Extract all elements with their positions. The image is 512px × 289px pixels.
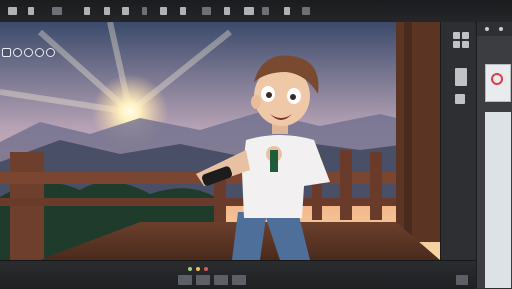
status-icon — [188, 267, 192, 271]
zoom-1-icon[interactable] — [2, 48, 11, 57]
tool-3-icon[interactable] — [52, 7, 62, 15]
zoom-controls — [2, 48, 55, 57]
tool-14-icon[interactable] — [284, 7, 290, 15]
status-icon — [204, 267, 208, 271]
tool-8-icon[interactable] — [160, 7, 167, 15]
range-icon[interactable] — [232, 275, 246, 285]
document-page[interactable] — [485, 112, 511, 288]
wooden-wall — [396, 22, 440, 242]
panel-option-icon[interactable] — [499, 27, 503, 31]
tool-5-icon[interactable] — [104, 7, 110, 15]
play-icon[interactable] — [178, 275, 192, 285]
panel-header — [477, 22, 512, 36]
zoom-4-icon[interactable] — [35, 48, 44, 57]
properties-panel — [476, 22, 512, 288]
panel-option-icon[interactable] — [485, 27, 489, 31]
export-icon[interactable] — [456, 275, 468, 285]
tool-11-icon[interactable] — [224, 7, 230, 15]
canvas-viewport[interactable] — [0, 22, 440, 260]
tool-15-icon[interactable] — [302, 7, 310, 15]
tool-7-icon[interactable] — [142, 7, 147, 15]
top-toolbar — [0, 0, 512, 23]
tool-4-icon[interactable] — [84, 7, 90, 15]
zoom-3-icon[interactable] — [24, 48, 33, 57]
grid-layout-icon[interactable] — [462, 41, 469, 48]
marker-icon[interactable] — [214, 275, 228, 285]
split-layout-icon[interactable] — [455, 68, 467, 86]
layout-column — [440, 22, 475, 260]
zoom-2-icon[interactable] — [13, 48, 22, 57]
tool-9-icon[interactable] — [180, 7, 186, 15]
single-layout-icon[interactable] — [455, 94, 465, 104]
tool-12-icon[interactable] — [244, 7, 254, 15]
tool-1-icon[interactable] — [8, 7, 17, 15]
frame-icon[interactable] — [196, 275, 210, 285]
tool-10-icon[interactable] — [202, 7, 211, 15]
tool-2-icon[interactable] — [28, 7, 34, 15]
zoom-5-icon[interactable] — [46, 48, 55, 57]
grid-layout-icon[interactable] — [453, 32, 460, 39]
preview-thumbnail[interactable] — [485, 64, 511, 102]
scene-render — [0, 22, 440, 260]
timeline-bar — [0, 260, 476, 289]
tool-13-icon[interactable] — [262, 7, 269, 15]
tool-6-icon[interactable] — [122, 7, 129, 15]
grid-layout-icon[interactable] — [453, 41, 460, 48]
status-icon — [196, 267, 200, 271]
grid-layout-icon[interactable] — [462, 32, 469, 39]
